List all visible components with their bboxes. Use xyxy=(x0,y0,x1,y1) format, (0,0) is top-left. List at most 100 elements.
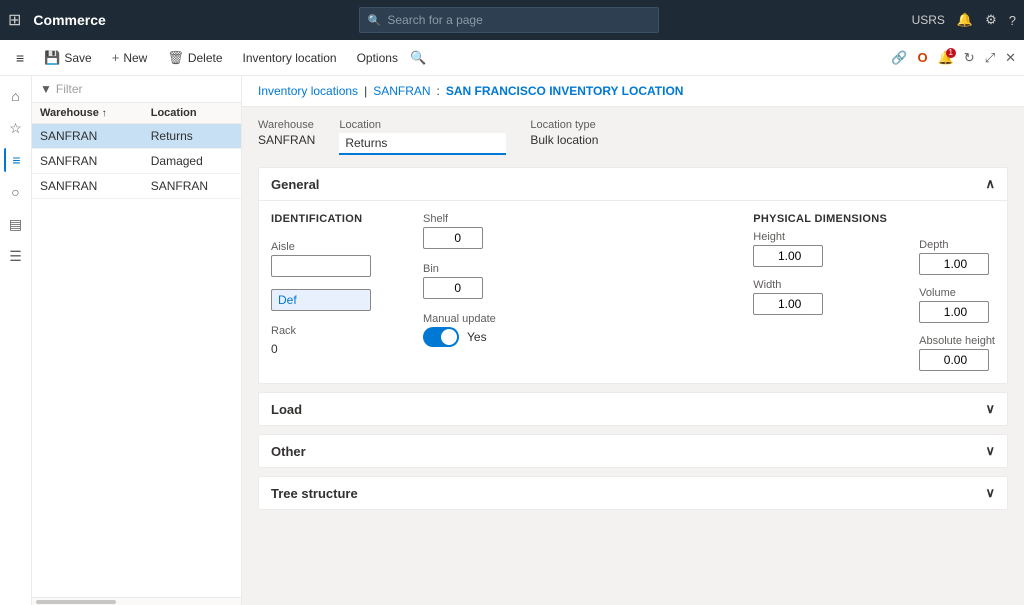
rack-label: Rack xyxy=(271,325,391,337)
app-grid-icon[interactable]: ⊞ xyxy=(8,10,21,30)
volume-field: Volume xyxy=(919,287,995,323)
command-bar: ≡ 💾 Save + New 🗑 Delete Inventory locati… xyxy=(0,40,1024,76)
table-row[interactable]: SANFRANDamaged xyxy=(32,149,241,174)
chart-icon-btn[interactable]: ▤ xyxy=(4,212,28,236)
load-chevron-icon: ∨ xyxy=(985,401,995,417)
width-label: Width xyxy=(753,279,887,291)
breadcrumb-company[interactable]: SANFRAN xyxy=(373,84,430,98)
new-icon: + xyxy=(112,50,120,65)
def-field xyxy=(271,289,391,311)
aisle-input[interactable] xyxy=(271,255,371,277)
other-section-title: Other xyxy=(271,444,306,459)
load-section-header[interactable]: Load ∨ xyxy=(259,393,1007,425)
new-button[interactable]: + New xyxy=(104,46,156,69)
general-section: General ∧ IDENTIFICATION Aisle xyxy=(258,167,1008,384)
absolute-height-input[interactable] xyxy=(919,349,989,371)
command-search-icon[interactable]: 🔍 xyxy=(410,50,426,66)
shelf-bin-group: Shelf Bin Manual update xyxy=(423,213,523,347)
icon-bar: ⌂ ☆ ≡ ○ ▤ ☰ xyxy=(0,76,32,605)
shelf-field: Shelf xyxy=(423,213,523,249)
list-scroll[interactable]: Warehouse Location SANFRANReturnsSANFRAN… xyxy=(32,103,241,597)
list-icon-btn[interactable]: ☰ xyxy=(4,244,28,268)
favorites-icon-btn[interactable]: ☆ xyxy=(4,116,28,140)
filter-icon: ▼ xyxy=(40,82,52,96)
scroll-thumb xyxy=(36,600,116,604)
physical-dimensions-label: PHYSICAL DIMENSIONS xyxy=(753,213,887,225)
width-input[interactable] xyxy=(753,293,823,315)
search-icon: 🔍 xyxy=(368,14,382,27)
bin-input[interactable] xyxy=(423,277,483,299)
header-fields-area: Warehouse SANFRAN Location Location type… xyxy=(242,107,1024,530)
load-section: Load ∨ xyxy=(258,392,1008,426)
volume-input[interactable] xyxy=(919,301,989,323)
warehouse-column-header[interactable]: Warehouse xyxy=(32,103,143,124)
close-icon[interactable]: ✕ xyxy=(1005,50,1016,66)
other-section-header[interactable]: Other ∨ xyxy=(259,435,1007,467)
search-bar: 🔍 xyxy=(359,7,659,33)
location-column-header[interactable]: Location xyxy=(143,103,241,124)
physical-dimensions-group: PHYSICAL DIMENSIONS Height Width xyxy=(753,213,995,371)
delete-button[interactable]: 🗑 Delete xyxy=(159,46,230,70)
filter-input[interactable] xyxy=(56,82,233,96)
clock-icon-btn[interactable]: ○ xyxy=(4,180,28,204)
home-icon-btn[interactable]: ⌂ xyxy=(4,84,28,108)
header-field-row: Warehouse SANFRAN Location Location type… xyxy=(258,119,1008,155)
height-label: Height xyxy=(753,231,887,243)
tree-structure-section: Tree structure ∨ xyxy=(258,476,1008,510)
office-icon[interactable]: O xyxy=(917,50,927,65)
height-input[interactable] xyxy=(753,245,823,267)
other-section: Other ∨ xyxy=(258,434,1008,468)
save-icon: 💾 xyxy=(44,50,60,66)
depth-field: Depth xyxy=(919,239,995,275)
breadcrumb-current: SAN FRANCISCO INVENTORY LOCATION xyxy=(446,84,684,98)
manual-update-field: Manual update Yes xyxy=(423,313,523,347)
def-input[interactable] xyxy=(271,289,371,311)
breadcrumb-separator: | xyxy=(364,84,367,98)
refresh-icon[interactable]: ↻ xyxy=(964,50,975,66)
width-field: Width xyxy=(753,279,887,315)
horizontal-scrollbar[interactable] xyxy=(32,597,241,605)
tree-structure-section-header[interactable]: Tree structure ∨ xyxy=(259,477,1007,509)
bell-icon[interactable]: 🔔 xyxy=(957,12,973,28)
general-section-header[interactable]: General ∧ xyxy=(259,168,1007,200)
table-row[interactable]: SANFRANReturns xyxy=(32,124,241,149)
absolute-height-label: Absolute height xyxy=(919,335,995,347)
detail-panel: Inventory locations | SANFRAN : SAN FRAN… xyxy=(242,76,1024,605)
warehouse-field-group: Warehouse SANFRAN xyxy=(258,119,315,147)
options-button[interactable]: Options xyxy=(349,47,406,69)
popout-icon[interactable]: ⤢ xyxy=(985,50,995,66)
manual-update-toggle[interactable] xyxy=(423,327,459,347)
link-icon[interactable]: 🔗 xyxy=(891,50,907,66)
manual-update-label: Manual update xyxy=(423,313,523,325)
height-field: Height xyxy=(753,231,887,267)
bin-field: Bin xyxy=(423,263,523,299)
warehouse-cell: SANFRAN xyxy=(32,174,143,199)
notification-badge[interactable]: 🔔1 xyxy=(938,50,954,66)
location-input[interactable] xyxy=(339,133,506,155)
help-icon[interactable]: ? xyxy=(1009,13,1016,28)
identification-group: IDENTIFICATION Aisle Rack xyxy=(271,213,391,359)
depth-label: Depth xyxy=(919,239,995,251)
warehouse-cell: SANFRAN xyxy=(32,149,143,174)
aisle-label: Aisle xyxy=(271,241,391,253)
depth-input[interactable] xyxy=(919,253,989,275)
manual-update-yes-label: Yes xyxy=(467,330,487,344)
search-input[interactable] xyxy=(387,13,649,27)
gear-icon[interactable]: ⚙ xyxy=(985,12,997,28)
phys-left-fields: Height Width xyxy=(753,231,887,315)
recent-icon-btn[interactable]: ≡ xyxy=(4,148,28,172)
location-type-field-group: Location type Bulk location xyxy=(530,119,598,147)
rack-field: Rack 0 xyxy=(271,325,391,359)
hamburger-button[interactable]: ≡ xyxy=(8,46,32,70)
table-row[interactable]: SANFRANSANFRAN xyxy=(32,174,241,199)
inventory-location-button[interactable]: Inventory location xyxy=(235,47,345,69)
shelf-input[interactable] xyxy=(423,227,483,249)
bin-label: Bin xyxy=(423,263,523,275)
list-panel: ▼ Warehouse Location SANFRANReturnsSANFR… xyxy=(32,76,242,605)
location-label: Location xyxy=(339,119,506,131)
location-type-value: Bulk location xyxy=(530,133,598,147)
phys-right-fields: Depth Volume Absolute height xyxy=(919,239,995,371)
save-button[interactable]: 💾 Save xyxy=(36,46,100,70)
breadcrumb-parent-link[interactable]: Inventory locations xyxy=(258,84,358,98)
general-section-content: IDENTIFICATION Aisle Rack xyxy=(259,200,1007,383)
